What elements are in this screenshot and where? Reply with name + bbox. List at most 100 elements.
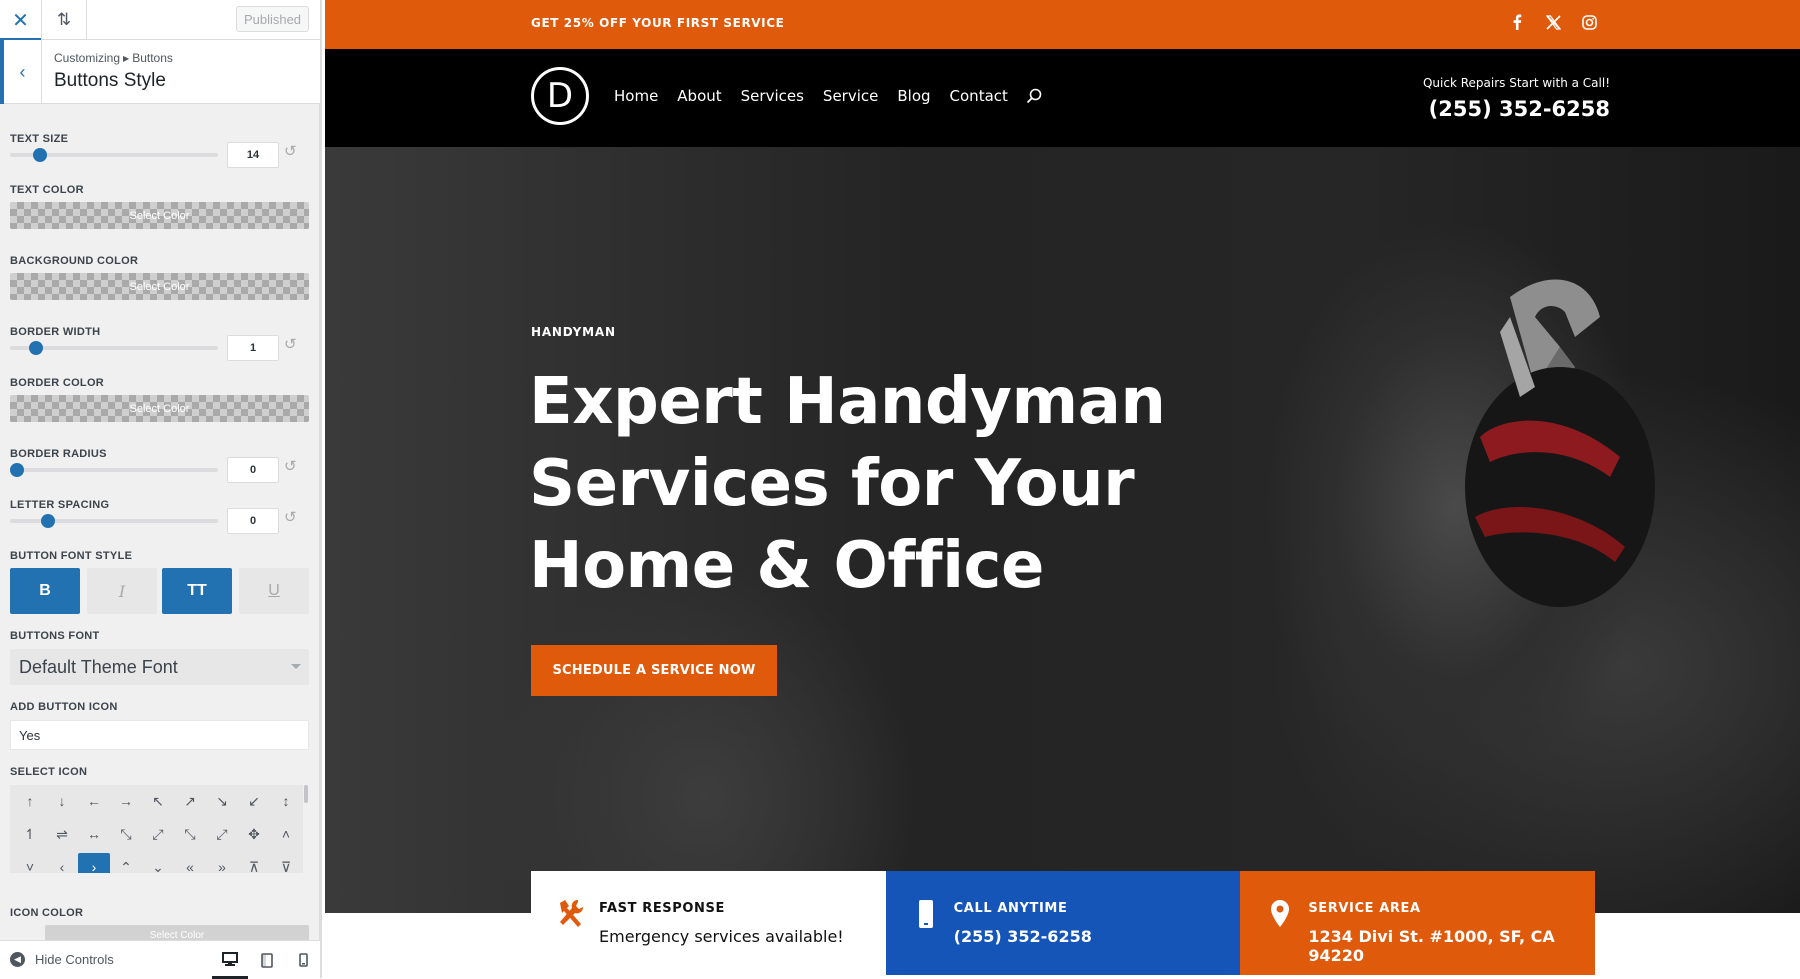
- border-width-input[interactable]: 1: [227, 335, 279, 361]
- icon-option[interactable]: ↖: [142, 787, 174, 815]
- icon-option[interactable]: ↿: [14, 820, 46, 848]
- buttons-font-label: BUTTONS FONT: [10, 630, 100, 642]
- info-card-value[interactable]: (255) 352-6258: [954, 927, 1092, 946]
- nav-services[interactable]: Services: [741, 87, 804, 105]
- text-size-label: TEXT SIZE: [10, 133, 69, 145]
- reorder-button[interactable]: ⇅: [42, 0, 87, 40]
- icon-option[interactable]: »: [206, 853, 238, 873]
- icon-option[interactable]: ↕: [270, 787, 302, 815]
- text-size-slider-handle[interactable]: [33, 148, 48, 162]
- nav-contact[interactable]: Contact: [950, 87, 1008, 105]
- icon-color-label: ICON COLOR: [10, 907, 84, 919]
- icon-option[interactable]: ↗: [174, 787, 206, 815]
- icon-option[interactable]: ˅: [14, 853, 46, 873]
- info-card-value: Emergency services available!: [599, 927, 844, 946]
- buttons-font-select[interactable]: Default Theme Font: [10, 649, 309, 685]
- icon-option[interactable]: «: [174, 853, 206, 873]
- icon-option[interactable]: ↓: [46, 787, 78, 815]
- breadcrumb-separator-icon: ▶: [123, 54, 130, 63]
- info-card-fast-response: FAST RESPONSE Emergency services availab…: [531, 871, 886, 975]
- text-size-input[interactable]: 14: [227, 142, 279, 168]
- border-color-picker[interactable]: Select Color: [10, 395, 309, 422]
- info-card-title: CALL ANYTIME: [953, 901, 1068, 916]
- icon-option[interactable]: ⤢: [206, 820, 238, 848]
- chevron-down-icon: [291, 664, 301, 669]
- icon-option[interactable]: ⊽: [270, 853, 302, 874]
- desktop-preview-button[interactable]: [212, 941, 248, 979]
- header-phone[interactable]: (255) 352-6258: [1429, 97, 1610, 121]
- select-icon-label: SELECT ICON: [10, 766, 88, 778]
- border-width-slider-handle[interactable]: [29, 341, 44, 355]
- border-radius-slider[interactable]: [10, 463, 218, 477]
- border-radius-slider-handle[interactable]: [10, 463, 24, 477]
- schedule-service-button[interactable]: SCHEDULE A SERVICE NOW: [531, 645, 777, 696]
- instagram-icon[interactable]: [1578, 11, 1600, 33]
- breadcrumb-root: Customizing: [54, 51, 121, 65]
- hero-title: Expert Handyman Services for Your Home &…: [529, 365, 1166, 603]
- back-button[interactable]: ‹: [0, 40, 42, 104]
- uppercase-button[interactable]: TT: [162, 568, 232, 614]
- icon-option[interactable]: →: [110, 787, 142, 815]
- customizer-footer: ◀ Hide Controls: [0, 940, 321, 979]
- text-color-picker[interactable]: Select Color: [10, 202, 309, 229]
- letter-spacing-label: LETTER SPACING: [10, 499, 110, 511]
- info-card-title: FAST RESPONSE: [599, 901, 725, 916]
- section-header: ‹ Customizing ▶ Buttons Buttons Style: [0, 40, 320, 104]
- icon-option[interactable]: ↘: [206, 787, 238, 815]
- icon-option[interactable]: ⌃: [110, 853, 142, 874]
- icon-option[interactable]: ↙: [238, 787, 270, 815]
- add-button-icon-label: ADD BUTTON ICON: [10, 701, 118, 713]
- close-customizer-button[interactable]: ✕: [0, 0, 42, 41]
- mobile-preview-button[interactable]: [285, 941, 321, 979]
- icon-option[interactable]: ⤢: [142, 820, 174, 848]
- letter-spacing-slider-handle[interactable]: [41, 514, 56, 528]
- icon-option[interactable]: ⇌: [46, 820, 78, 848]
- hide-controls-label: Hide Controls: [35, 952, 114, 967]
- bold-button[interactable]: B: [10, 568, 80, 614]
- buttons-font-value: Default Theme Font: [19, 656, 178, 677]
- reset-icon[interactable]: ↺: [284, 144, 300, 160]
- border-width-slider[interactable]: [10, 341, 218, 355]
- facebook-icon[interactable]: [1506, 11, 1528, 33]
- icon-option[interactable]: ✥: [238, 820, 270, 848]
- icon-option[interactable]: ‹: [46, 853, 78, 873]
- icon-picker-scrollbar[interactable]: [304, 785, 308, 803]
- letter-spacing-slider[interactable]: [10, 514, 218, 528]
- text-size-slider[interactable]: [10, 148, 218, 162]
- hide-controls-button[interactable]: ◀ Hide Controls: [10, 952, 114, 967]
- letter-spacing-input[interactable]: 0: [227, 508, 279, 534]
- nav-blog[interactable]: Blog: [897, 87, 930, 105]
- map-pin-icon: [1271, 900, 1290, 927]
- mobile-icon: [298, 953, 308, 967]
- border-radius-input[interactable]: 0: [227, 457, 279, 483]
- nav-about[interactable]: About: [677, 87, 721, 105]
- tablet-preview-button[interactable]: [249, 941, 285, 979]
- icon-option[interactable]: ←: [78, 787, 110, 815]
- add-button-icon-select[interactable]: Yes: [10, 720, 309, 750]
- icon-option[interactable]: ↔: [78, 820, 110, 848]
- icon-option[interactable]: ↑: [14, 787, 46, 815]
- reset-icon[interactable]: ↺: [284, 510, 300, 526]
- x-icon[interactable]: [1542, 11, 1564, 33]
- icon-option[interactable]: ⤡: [110, 820, 142, 848]
- icon-option[interactable]: ⊼: [238, 853, 270, 874]
- breadcrumb: Customizing ▶ Buttons: [54, 51, 173, 65]
- collapse-arrow-icon: ◀: [10, 952, 25, 967]
- nav-service[interactable]: Service: [823, 87, 878, 105]
- icon-option[interactable]: ›: [78, 853, 110, 873]
- icon-option[interactable]: ˄: [270, 820, 302, 848]
- icon-option[interactable]: ⤡: [174, 820, 206, 848]
- promo-text: GET 25% OFF YOUR FIRST SERVICE: [531, 16, 785, 30]
- background-color-picker[interactable]: Select Color: [10, 273, 309, 300]
- search-icon[interactable]: [1025, 87, 1043, 105]
- close-icon: ✕: [12, 9, 29, 32]
- icon-option[interactable]: ⌄: [142, 853, 174, 874]
- published-button[interactable]: Published: [236, 6, 309, 32]
- underline-button[interactable]: U: [239, 568, 309, 614]
- nav-home[interactable]: Home: [614, 87, 658, 105]
- reset-icon[interactable]: ↺: [284, 459, 300, 475]
- site-logo[interactable]: D: [531, 67, 589, 125]
- italic-button[interactable]: I: [87, 568, 157, 614]
- reset-icon[interactable]: ↺: [284, 337, 300, 353]
- tools-icon: [560, 899, 584, 927]
